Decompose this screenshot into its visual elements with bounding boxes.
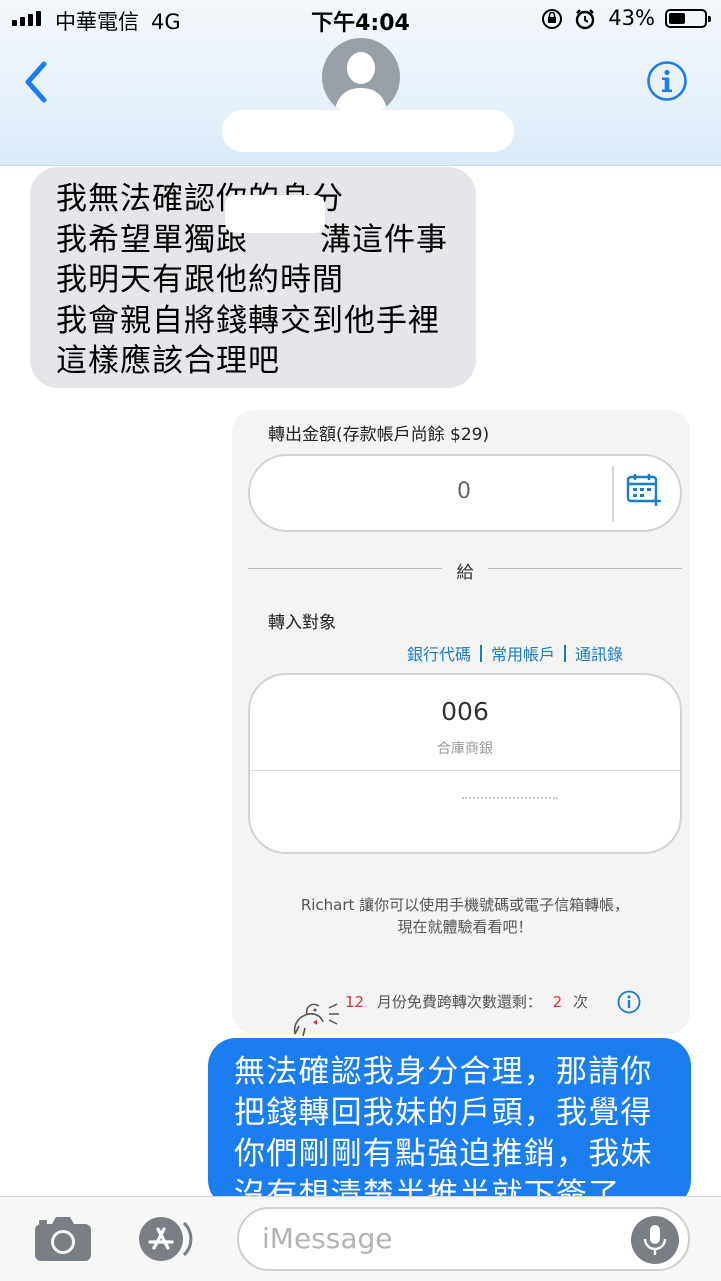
contact-name-redacted <box>222 110 514 152</box>
link-contacts: 通訊錄 <box>575 645 624 664</box>
app-store-icon <box>139 1217 193 1261</box>
apps-button[interactable] <box>136 1214 198 1264</box>
promo-text: Richart 讓你可以使用手機號碼或電子信箱轉帳， 現在就體驗看看吧！ <box>300 896 630 936</box>
link-bank-code: 銀行代碼 <box>407 645 472 664</box>
info-icon <box>647 61 687 101</box>
message-input-placeholder: iMessage <box>262 1222 393 1255</box>
free-transfer-quota: 12 月份免費跨轉次數還剩： 2 次 <box>345 993 589 1011</box>
battery-percent: 43% <box>608 6 655 30</box>
message-line: 我明天有跟他約時間 <box>56 262 344 298</box>
outgoing-message-bubble[interactable]: 無法確認我身分合理，那請你 把錢轉回我妹的戶頭，我覺得 你們剛剛有點強迫推銷，我… <box>208 1038 691 1208</box>
link-frequent-accounts: 常用帳戶 <box>491 645 556 664</box>
to-word: 給 <box>456 563 474 583</box>
recipient-source-links: 銀行代碼 常用帳戶 通訊錄 <box>407 641 623 665</box>
status-bar: 中華電信 4G 下午4:04 43% <box>0 0 721 38</box>
calculator-icon <box>625 472 665 510</box>
divider-left <box>248 568 442 569</box>
back-button[interactable] <box>20 58 52 106</box>
chevron-left-icon <box>25 61 47 103</box>
recipient-label: 轉入對象 <box>268 613 336 633</box>
mascot-icon <box>285 998 345 1038</box>
message-line: 你們剛剛有點強迫推銷，我妹 <box>234 1136 653 1172</box>
amount-label: 轉出金額(存款帳戶尚餘 $29) <box>268 425 490 445</box>
amount-value: 0 <box>457 479 471 504</box>
microphone-icon <box>631 1216 679 1264</box>
microphone-button[interactable] <box>630 1215 680 1265</box>
divider-right <box>488 568 682 569</box>
message-line: 無法確認我身分合理，那請你 <box>234 1054 653 1090</box>
person-icon <box>334 52 388 116</box>
name-redaction <box>225 195 325 233</box>
battery-icon <box>665 9 711 28</box>
message-line: 這樣應該合理吧 <box>56 343 280 379</box>
contact-avatar[interactable] <box>322 38 400 116</box>
bank-code: 006 <box>441 697 489 726</box>
bank-name: 合庫商銀 <box>437 741 493 757</box>
amount-divider <box>612 466 614 522</box>
message-line: 把錢轉回我妹的戶頭，我覺得 <box>234 1095 653 1131</box>
account-number-redacted <box>462 797 558 803</box>
quota-info-icon <box>617 990 641 1014</box>
orientation-lock-icon <box>542 9 595 30</box>
info-button[interactable] <box>646 60 688 102</box>
message-line: 我會親自將錢轉交到他手裡 <box>56 302 440 339</box>
camera-icon <box>35 1217 91 1261</box>
bank-divider <box>250 770 680 771</box>
camera-button[interactable] <box>32 1214 94 1264</box>
status-icons <box>541 8 603 30</box>
